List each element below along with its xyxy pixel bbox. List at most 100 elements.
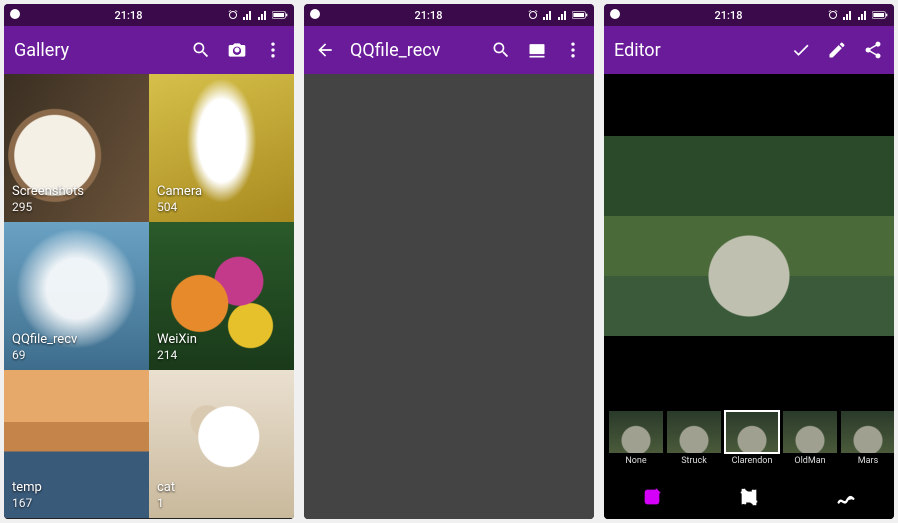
preview-image [604,136,894,336]
camera-icon [227,40,247,60]
album-item[interactable]: temp167 [4,370,149,518]
slideshow-icon [527,40,547,60]
alarm-icon [527,9,539,21]
back-button[interactable] [314,39,336,61]
alarm-icon [827,9,839,21]
photo-item[interactable] [497,171,594,268]
camera-button[interactable] [226,39,248,61]
album-name: QQfile_recv [12,332,77,349]
filter-name: Mars [858,456,878,466]
album-item[interactable]: Camera504 [149,74,294,222]
status-dot-icon [10,9,20,19]
crop-tool-button[interactable] [735,483,763,511]
photo-item[interactable] [401,365,498,462]
draw-tool-button[interactable] [832,483,860,511]
album-name: cat [157,480,175,497]
overflow-button[interactable] [562,39,584,61]
draw-icon [835,486,857,508]
pencil-icon [827,40,847,60]
battery-icon [572,10,588,20]
album-name: Screenshots [12,184,84,201]
slideshow-button[interactable] [526,39,548,61]
editor-toolbar [604,475,894,519]
album-name: temp [12,480,42,497]
album-name: WeiXin [157,332,197,349]
share-button[interactable] [862,39,884,61]
more-vert-icon [563,40,583,60]
signal-icon [542,9,554,21]
photo-item[interactable] [304,74,401,171]
filter-item-selected[interactable]: Clarendon [724,406,780,466]
editor-content: None Struck Clarendon OldMan Mars [604,74,894,519]
editor-preview[interactable] [604,74,894,397]
status-time: 21:18 [115,9,143,22]
album-item[interactable]: QQfile_recv69 [4,222,149,370]
more-vert-icon [263,40,283,60]
phone-editor: 21:18 Editor None [604,4,894,519]
arrow-back-icon [315,40,335,60]
phone-gallery: 21:18 Gallery Screenshots295 Camera504 [4,4,294,519]
photo-item[interactable] [497,365,594,462]
album-item[interactable]: Screenshots295 [4,74,149,222]
filter-name: OldMan [794,456,825,466]
signal-icon [842,9,854,21]
photo-item[interactable] [497,268,594,365]
app-bar: QQfile_recv [304,26,594,74]
filter-strip[interactable]: None Struck Clarendon OldMan Mars [604,397,894,475]
album-item[interactable]: cat1 [149,370,294,518]
photo-item[interactable] [401,74,498,171]
filter-name: Struck [681,456,707,466]
album-count: 69 [12,348,77,364]
battery-icon [272,10,288,20]
status-dot-icon [610,9,620,19]
alarm-icon [227,9,239,21]
photo-item[interactable] [304,462,401,519]
share-icon [863,40,883,60]
photo-item[interactable] [497,74,594,171]
photo-item[interactable] [304,171,401,268]
album-count: 214 [157,348,197,364]
overflow-button[interactable] [262,39,284,61]
album-item[interactable]: WeiXin214 [149,222,294,370]
filter-thumb [609,411,663,453]
filter-item[interactable]: Mars [840,406,894,466]
filter-thumb [783,411,837,453]
signal-icon [857,9,869,21]
album-grid: Screenshots295 Camera504 QQfile_recv69 W… [4,74,294,519]
app-title: QQfile_recv [350,40,476,61]
album-name: Camera [157,184,202,201]
signal-icon [257,9,269,21]
app-title: Editor [614,40,776,61]
filter-name: None [625,456,646,466]
status-time: 21:18 [415,9,443,22]
photo-item[interactable] [401,268,498,365]
app-bar: Editor [604,26,894,74]
photo-item[interactable] [401,462,498,519]
photo-item[interactable] [401,171,498,268]
filter-item[interactable]: None [608,406,664,466]
filter-item[interactable]: Struck [666,406,722,466]
search-button[interactable] [190,39,212,61]
edit-button[interactable] [826,39,848,61]
status-time: 21:18 [715,9,743,22]
album-count: 1 [157,496,175,512]
filters-tool-button[interactable] [638,483,666,511]
app-title: Gallery [14,40,176,61]
photo-item[interactable] [304,268,401,365]
album-count: 167 [12,496,42,512]
album-count: 295 [12,200,84,216]
photo-item[interactable] [497,462,594,519]
photo-item[interactable] [304,365,401,462]
albums-content: Screenshots295 Camera504 QQfile_recv69 W… [4,74,294,519]
photo-grid [304,74,594,519]
check-icon [791,40,811,60]
apply-button[interactable] [790,39,812,61]
battery-icon [872,10,888,20]
filter-thumb [841,411,894,453]
search-button[interactable] [490,39,512,61]
filter-item[interactable]: OldMan [782,406,838,466]
crop-rotate-icon [738,486,760,508]
status-bar: 21:18 [604,4,894,26]
search-icon [191,40,211,60]
status-bar: 21:18 [304,4,594,26]
